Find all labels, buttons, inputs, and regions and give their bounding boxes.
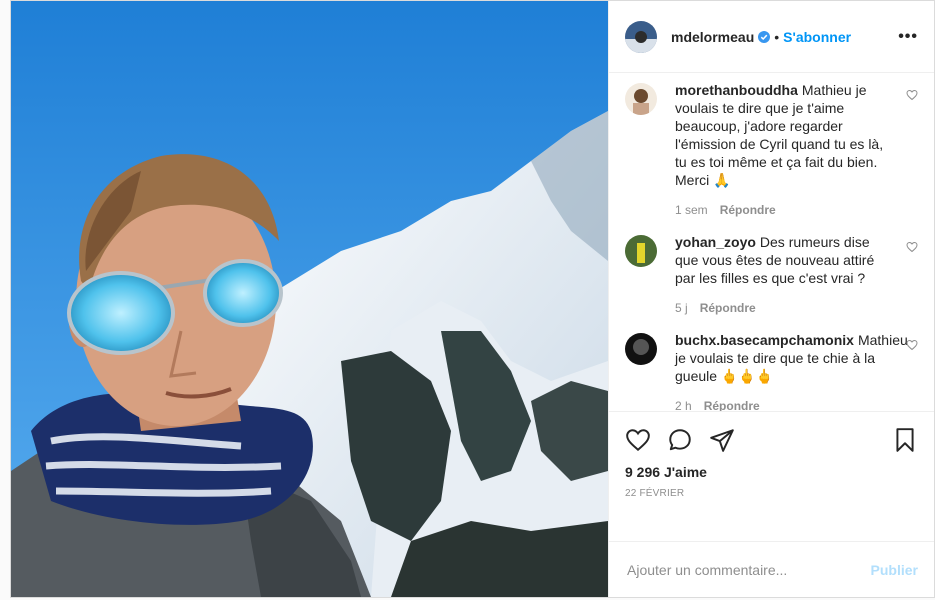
post-container: mdelormeau • S'abonner ••• morethanboudd… — [10, 0, 935, 598]
comment-item: yohan_zoyo Des rumeurs dise que vous êtes… — [625, 233, 918, 317]
post-actions: 9 296 J'aime 22 février — [609, 411, 934, 541]
likes-label: J'aime — [663, 464, 707, 480]
verified-badge-icon — [758, 30, 771, 43]
comment-input[interactable] — [625, 560, 871, 579]
reply-button[interactable]: Répondre — [700, 301, 756, 315]
commenter-avatar[interactable] — [625, 333, 657, 365]
comment-time[interactable]: 5 j — [675, 301, 688, 315]
share-icon[interactable] — [709, 427, 735, 453]
add-comment-bar: Publier — [609, 541, 934, 597]
commenter-avatar[interactable] — [625, 83, 657, 115]
comment-time[interactable]: 2 h — [675, 399, 692, 411]
bookmark-icon[interactable] — [892, 427, 918, 453]
reply-button[interactable]: Répondre — [720, 203, 776, 217]
likes-number: 9 296 — [625, 464, 661, 480]
comments-list: morethanbouddha Mathieu je voulais te dir… — [609, 73, 934, 411]
comment-username[interactable]: morethanbouddha — [675, 82, 798, 98]
publish-button[interactable]: Publier — [871, 562, 918, 578]
post-side-panel: mdelormeau • S'abonner ••• morethanboudd… — [608, 1, 934, 597]
comment-item: buchx.basecampchamonix Mathieu je voulais… — [625, 331, 918, 411]
comment-username[interactable]: yohan_zoyo — [675, 234, 756, 250]
post-header: mdelormeau • S'abonner ••• — [609, 1, 934, 73]
follow-button[interactable]: S'abonner — [783, 29, 851, 45]
post-photo[interactable] — [11, 1, 608, 597]
likes-count[interactable]: 9 296 J'aime — [625, 464, 918, 480]
author-username[interactable]: mdelormeau — [671, 29, 754, 45]
more-options-icon[interactable]: ••• — [898, 28, 918, 46]
commenter-avatar[interactable] — [625, 235, 657, 267]
comment-item: morethanbouddha Mathieu je voulais te dir… — [625, 81, 918, 219]
heart-icon[interactable] — [625, 427, 651, 453]
selfie-mountain-image — [11, 1, 608, 597]
author-avatar[interactable] — [625, 20, 657, 53]
post-date: 22 février — [625, 488, 685, 499]
header-separator: • — [774, 28, 780, 45]
comment-time[interactable]: 1 sem — [675, 203, 708, 217]
comment-icon[interactable] — [667, 427, 693, 453]
heart-icon[interactable] — [906, 241, 918, 253]
reply-button[interactable]: Répondre — [704, 399, 760, 411]
heart-icon[interactable] — [906, 89, 918, 101]
comment-username[interactable]: buchx.basecampchamonix — [675, 332, 854, 348]
heart-icon[interactable] — [906, 339, 918, 351]
